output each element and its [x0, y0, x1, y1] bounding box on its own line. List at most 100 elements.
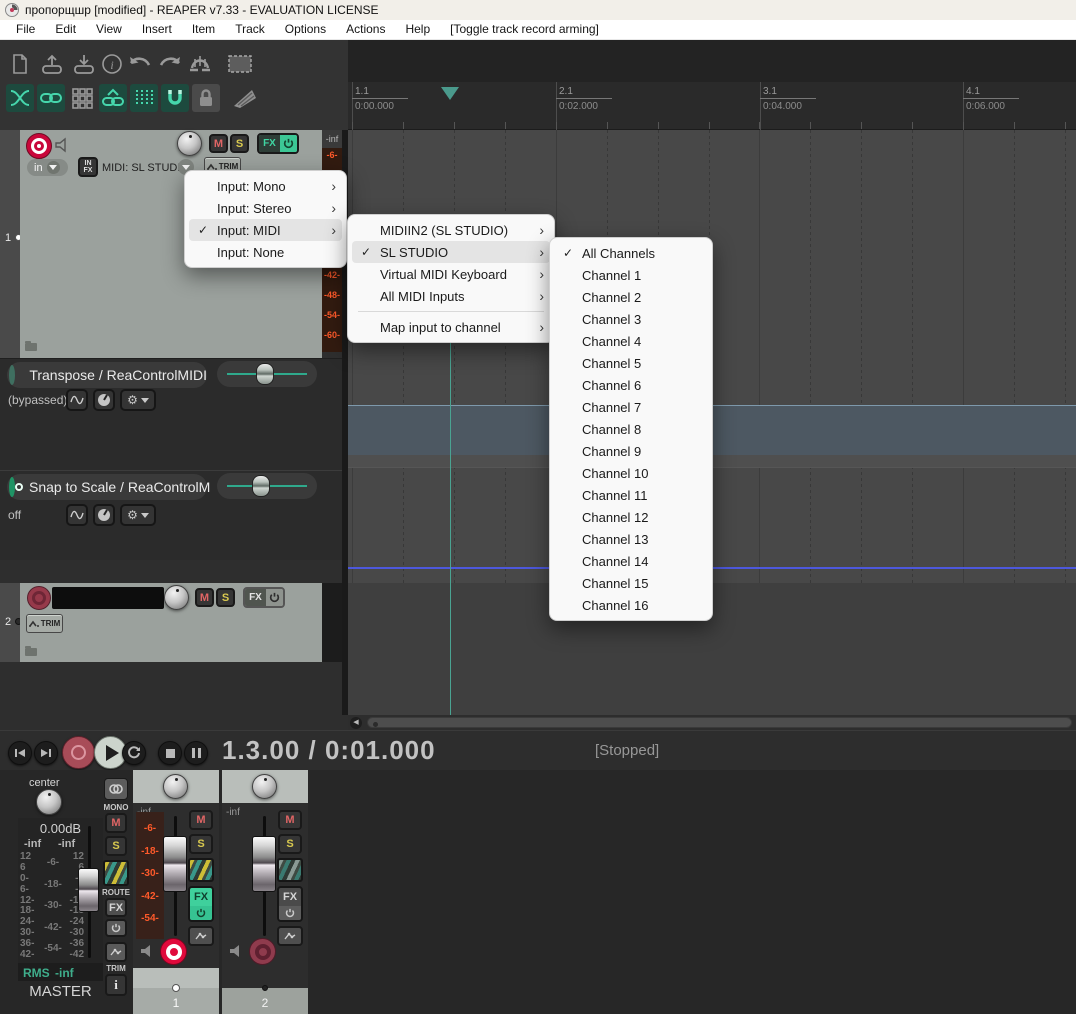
menu-item-channel-6[interactable]: Channel 6 [554, 374, 708, 396]
fx2-param-knob-button[interactable] [93, 504, 115, 526]
fx1-enable-indicator[interactable] [9, 365, 16, 385]
menu-item-channel-11[interactable]: Channel 11 [554, 484, 708, 506]
stop-button[interactable] [158, 741, 182, 765]
fx1-settings-button[interactable]: ⚙ [120, 389, 156, 411]
master-fx-power-button[interactable] [105, 919, 127, 937]
menu-item-channel-2[interactable]: Channel 2 [554, 286, 708, 308]
track1-monitor-icon[interactable] [54, 137, 70, 153]
envelope-link-icon[interactable] [99, 84, 127, 112]
fx2-wet-slider[interactable] [217, 473, 317, 499]
menu-item-all-midi-inputs[interactable]: All MIDI Inputs › [352, 285, 550, 307]
menu-item-channel-4[interactable]: Channel 4 [554, 330, 708, 352]
strip2-monitor-icon[interactable] [228, 943, 244, 959]
fx-slot-1[interactable]: Transpose / ReaControlMIDI (bypassed) ⚙ [0, 358, 342, 470]
fx1-envelope-button[interactable] [66, 389, 88, 411]
master-info-button[interactable]: i [105, 974, 127, 996]
track2-fx-button[interactable]: FX [243, 587, 285, 608]
track2-volume-knob[interactable] [164, 585, 189, 610]
menubar-item-insert[interactable]: Insert [132, 20, 182, 39]
menu-item-all-channels[interactable]: ✓ All Channels [554, 242, 708, 264]
menu-item-channel-16[interactable]: Channel 16 [554, 594, 708, 616]
strip2-fx-button[interactable]: FX [277, 886, 303, 922]
go-to-end-button[interactable] [34, 741, 58, 765]
fx-power-icon[interactable] [265, 589, 283, 606]
master-mono-button[interactable] [104, 778, 128, 800]
slider-thumb[interactable] [256, 363, 274, 385]
strip1-solo-button[interactable]: S [189, 834, 213, 854]
fx2-envelope-button[interactable] [66, 504, 88, 526]
save-project-icon[interactable] [70, 50, 98, 78]
menubar-item-actions[interactable]: Actions [336, 20, 395, 39]
strip1-footer[interactable]: 1 [133, 984, 219, 1014]
menu-item-sl-studio[interactable]: ✓ SL STUDIO › [352, 241, 550, 263]
menu-item-midiin2-sl-studio[interactable]: MIDIIN2 (SL STUDIO) › [352, 219, 550, 241]
repeat-button[interactable] [122, 741, 146, 765]
track2-folder-icon[interactable] [25, 646, 37, 656]
strip2-record-arm-button[interactable] [249, 938, 276, 965]
fx1-param-knob-button[interactable] [93, 389, 115, 411]
master-fx-button[interactable]: FX [105, 898, 127, 917]
strip1-route-button[interactable] [188, 858, 214, 882]
group-items-icon[interactable] [37, 84, 65, 112]
master-solo-button[interactable]: S [105, 836, 127, 856]
strip1-pan-knob[interactable] [163, 774, 188, 799]
input-dropdown-icon[interactable] [46, 161, 60, 174]
fx1-header[interactable]: Transpose / ReaControlMIDI [7, 362, 207, 388]
menubar-item-track[interactable]: Track [225, 20, 275, 39]
menubar-item-toggle-track-record-arming[interactable]: [Toggle track record arming] [440, 20, 609, 39]
track1-mute-button[interactable]: M [209, 134, 228, 153]
slider-thumb[interactable] [252, 475, 270, 497]
snap-toggle-icon[interactable] [161, 84, 189, 112]
menu-item-channel-8[interactable]: Channel 8 [554, 418, 708, 440]
transport-position-readout[interactable]: 1.3.00 / 0:01.000 [222, 735, 436, 766]
track1-input-mode-button[interactable]: in [27, 159, 68, 176]
fx2-settings-button[interactable]: ⚙ [120, 504, 156, 526]
strip1-monitor-icon[interactable] [139, 943, 155, 959]
fx2-header[interactable]: Snap to Scale / ReaControlM [7, 474, 210, 500]
track1-volume-knob[interactable] [177, 131, 202, 156]
menu-item-channel-9[interactable]: Channel 9 [554, 440, 708, 462]
go-to-start-button[interactable] [8, 741, 32, 765]
marquee-select-icon[interactable] [226, 50, 254, 78]
menu-item-channel-3[interactable]: Channel 3 [554, 308, 708, 330]
menu-item-channel-12[interactable]: Channel 12 [554, 506, 708, 528]
docker-icon[interactable] [68, 84, 96, 112]
playhead-marker[interactable] [441, 87, 459, 100]
strip1-fx-button[interactable]: FX [188, 886, 214, 922]
track2-trim-button[interactable]: TRIM [26, 614, 63, 633]
grid-toggle-icon[interactable] [130, 84, 158, 112]
master-mute-button[interactable]: M [105, 813, 127, 833]
menu-item-channel-10[interactable]: Channel 10 [554, 462, 708, 484]
master-pan-knob[interactable] [36, 789, 62, 815]
menu-item-channel-15[interactable]: Channel 15 [554, 572, 708, 594]
menubar-item-item[interactable]: Item [182, 20, 225, 39]
track2-record-arm-button[interactable] [27, 586, 51, 610]
track2-solo-button[interactable]: S [216, 588, 235, 607]
new-project-icon[interactable] [6, 50, 34, 78]
menubar-item-help[interactable]: Help [395, 20, 440, 39]
fx-power-icon[interactable] [279, 906, 301, 920]
master-route-button[interactable] [103, 860, 129, 886]
strip2-fader[interactable] [252, 836, 276, 892]
lock-icon[interactable] [192, 84, 220, 112]
track1-folder-icon[interactable] [25, 341, 37, 351]
strip1-record-arm-button[interactable] [160, 938, 187, 965]
strip1-fader[interactable] [163, 836, 187, 892]
strip2-mute-button[interactable]: M [278, 810, 302, 830]
menu-item-virtual-midi-keyboard[interactable]: Virtual MIDI Keyboard › [352, 263, 550, 285]
fx-power-icon[interactable] [190, 906, 212, 920]
strip2-envelope-button[interactable] [277, 926, 303, 946]
track2-mute-button[interactable]: M [195, 588, 214, 607]
menubar-item-options[interactable]: Options [275, 20, 336, 39]
fx1-wet-slider[interactable] [217, 361, 317, 387]
track2-name-field[interactable] [52, 587, 164, 609]
menubar-item-file[interactable]: File [6, 20, 45, 39]
strip2-solo-button[interactable]: S [278, 834, 302, 854]
strip2-route-button[interactable] [277, 858, 303, 882]
menu-item-map-input-to-channel[interactable]: Map input to channel › [352, 316, 550, 338]
menu-item-channel-13[interactable]: Channel 13 [554, 528, 708, 550]
ripple-edit-icon[interactable] [230, 84, 258, 112]
scroll-left-button[interactable]: ◀ [350, 717, 362, 729]
strip2-footer[interactable]: 2 [222, 985, 308, 1014]
pause-button[interactable] [184, 741, 208, 765]
